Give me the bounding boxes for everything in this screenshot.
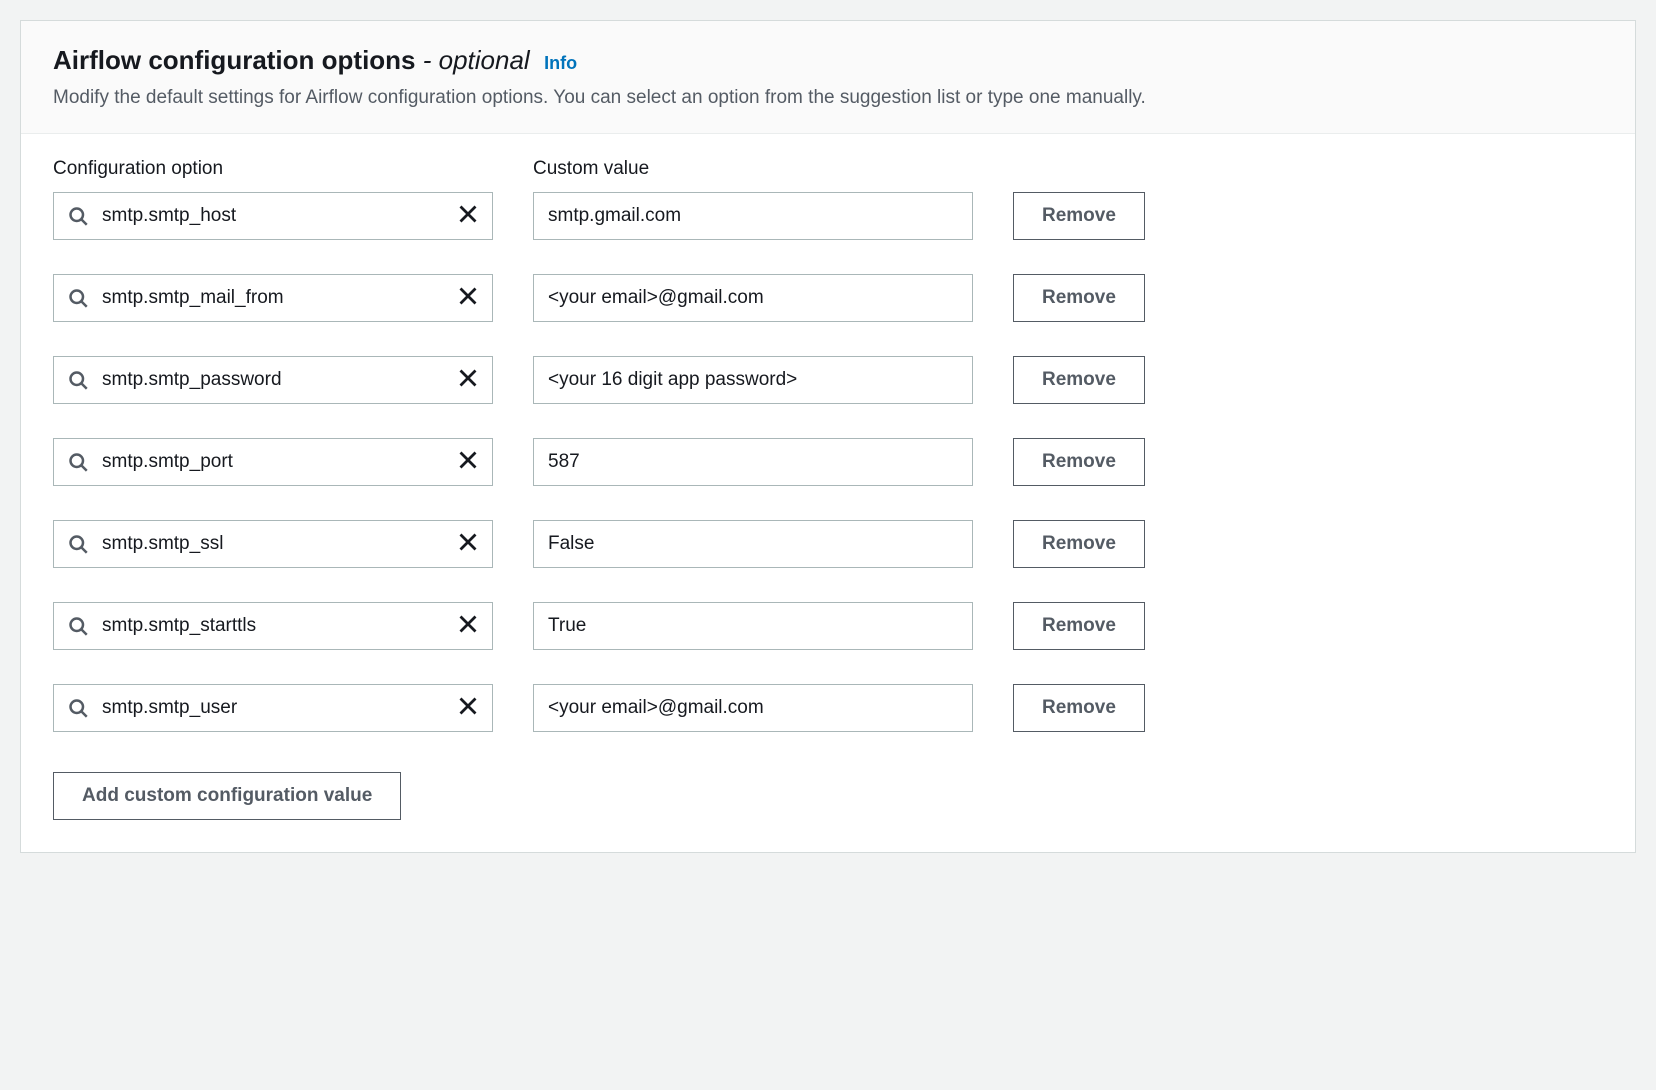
config-value-input[interactable] bbox=[533, 684, 973, 732]
config-option-field[interactable] bbox=[53, 684, 493, 732]
config-option-input[interactable] bbox=[54, 193, 492, 239]
remove-button[interactable]: Remove bbox=[1013, 520, 1145, 568]
config-value-input[interactable] bbox=[533, 356, 973, 404]
config-option-input[interactable] bbox=[54, 603, 492, 649]
column-header-row: Configuration option Custom value bbox=[53, 158, 1603, 180]
config-option-field[interactable] bbox=[53, 438, 493, 486]
close-icon bbox=[458, 532, 478, 555]
remove-button[interactable]: Remove bbox=[1013, 192, 1145, 240]
remove-button[interactable]: Remove bbox=[1013, 438, 1145, 486]
column-header-option: Configuration option bbox=[53, 158, 493, 180]
rows-container: Remove Remove bbox=[53, 192, 1603, 732]
config-option-field[interactable] bbox=[53, 356, 493, 404]
config-row: Remove bbox=[53, 356, 1603, 404]
config-option-input[interactable] bbox=[54, 439, 492, 485]
close-icon bbox=[458, 696, 478, 719]
config-option-input[interactable] bbox=[54, 275, 492, 321]
remove-button[interactable]: Remove bbox=[1013, 356, 1145, 404]
column-header-value: Custom value bbox=[533, 158, 973, 180]
close-icon bbox=[458, 368, 478, 391]
config-row: Remove bbox=[53, 684, 1603, 732]
panel-title-row: Airflow configuration options - optional… bbox=[53, 45, 1603, 76]
config-option-input[interactable] bbox=[54, 685, 492, 731]
clear-option-button[interactable] bbox=[454, 694, 482, 722]
config-row: Remove bbox=[53, 520, 1603, 568]
config-row: Remove bbox=[53, 438, 1603, 486]
config-option-input[interactable] bbox=[54, 521, 492, 567]
panel-body: Configuration option Custom value bbox=[21, 134, 1635, 852]
clear-option-button[interactable] bbox=[454, 612, 482, 640]
config-value-input[interactable] bbox=[533, 438, 973, 486]
remove-button[interactable]: Remove bbox=[1013, 602, 1145, 650]
info-link[interactable]: Info bbox=[544, 53, 577, 73]
close-icon bbox=[458, 286, 478, 309]
close-icon bbox=[458, 204, 478, 227]
config-panel: Airflow configuration options - optional… bbox=[20, 20, 1636, 853]
config-row: Remove bbox=[53, 192, 1603, 240]
clear-option-button[interactable] bbox=[454, 530, 482, 558]
clear-option-button[interactable] bbox=[454, 366, 482, 394]
config-option-field[interactable] bbox=[53, 274, 493, 322]
close-icon bbox=[458, 450, 478, 473]
config-option-field[interactable] bbox=[53, 520, 493, 568]
close-icon bbox=[458, 614, 478, 637]
config-value-input[interactable] bbox=[533, 274, 973, 322]
config-row: Remove bbox=[53, 274, 1603, 322]
config-value-input[interactable] bbox=[533, 192, 973, 240]
config-row: Remove bbox=[53, 602, 1603, 650]
add-config-button[interactable]: Add custom configuration value bbox=[53, 772, 401, 820]
remove-button[interactable]: Remove bbox=[1013, 684, 1145, 732]
clear-option-button[interactable] bbox=[454, 448, 482, 476]
panel-description: Modify the default settings for Airflow … bbox=[53, 84, 1603, 113]
panel-title-suffix: - optional bbox=[416, 45, 530, 75]
config-value-input[interactable] bbox=[533, 520, 973, 568]
config-option-input[interactable] bbox=[54, 357, 492, 403]
clear-option-button[interactable] bbox=[454, 202, 482, 230]
config-option-field[interactable] bbox=[53, 602, 493, 650]
clear-option-button[interactable] bbox=[454, 284, 482, 312]
panel-title: Airflow configuration options bbox=[53, 45, 416, 75]
panel-header: Airflow configuration options - optional… bbox=[21, 21, 1635, 134]
remove-button[interactable]: Remove bbox=[1013, 274, 1145, 322]
config-option-field[interactable] bbox=[53, 192, 493, 240]
config-value-input[interactable] bbox=[533, 602, 973, 650]
